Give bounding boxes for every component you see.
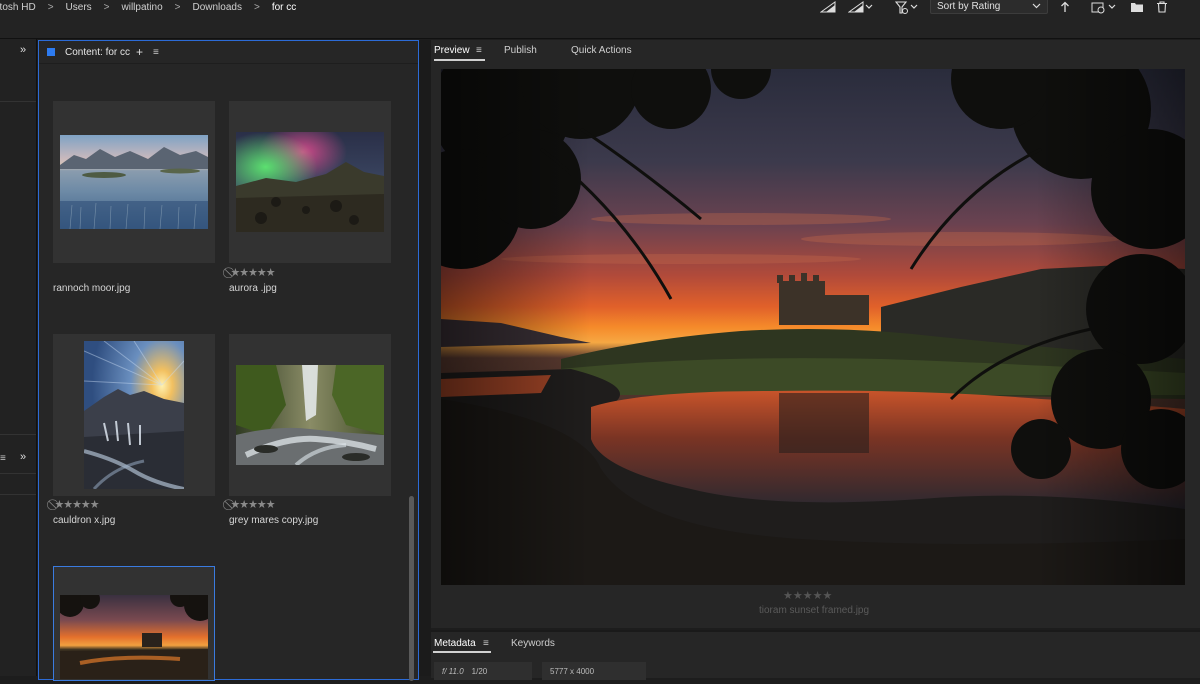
content-panel: Content: for cc + ≡ rannoch moor.jpg ⃠★★…: [38, 40, 419, 681]
divider: [0, 473, 36, 474]
sort-select[interactable]: Sort by Rating: [930, 0, 1048, 14]
breadcrumb-separator-icon: >: [103, 1, 110, 13]
preview-panel: Preview ≡ Publish Quick Actions ★★★★★ ti…: [431, 40, 1200, 628]
rating-stars[interactable]: ⃠★★★★★: [231, 267, 275, 280]
thumbnail-filename: rannoch moor.jpg: [53, 283, 131, 294]
sort-direction-icon[interactable]: [1060, 0, 1070, 14]
panel-color-icon: [47, 48, 55, 56]
active-tab-indicator: [433, 651, 491, 653]
panel-menu-icon[interactable]: ≡: [483, 638, 489, 649]
thumbnail-image: [236, 365, 384, 467]
thumbnail-image: [60, 135, 208, 230]
preview-tabs: Preview ≡ Publish Quick Actions: [431, 40, 1200, 62]
thumbnail-image: [236, 132, 384, 232]
thumbnail-tile-selected[interactable]: [53, 566, 216, 681]
filter-icon[interactable]: [895, 0, 921, 14]
dimensions-value: 5777 x 4000: [550, 666, 595, 676]
panel-divider[interactable]: [419, 40, 431, 676]
left-collapsed-panel: » ≡ »: [0, 39, 37, 676]
expand-panel-icon[interactable]: »: [20, 44, 26, 56]
shutter-value: 1/20: [471, 666, 488, 676]
thumbnail-filename: grey mares copy.jpg: [229, 515, 319, 526]
new-folder-icon[interactable]: [1130, 0, 1144, 14]
preview-rating-stars[interactable]: ★★★★★: [783, 589, 832, 602]
thumbnail-filename: cauldron x.jpg: [53, 515, 116, 526]
breadcrumb-item-current[interactable]: for cc: [272, 2, 296, 13]
delete-icon[interactable]: [1156, 0, 1168, 14]
dimensions-summary: 5777 x 4000: [542, 662, 646, 680]
recent-files-icon[interactable]: [1091, 0, 1119, 14]
expand-panel-icon[interactable]: »: [20, 451, 26, 463]
breadcrumb-item-drive[interactable]: ntosh HD: [0, 2, 36, 13]
breadcrumb-item-user[interactable]: willpatino: [122, 2, 163, 13]
metadata-panel: Metadata ≡ Keywords f/ 11.0 1/20 5777 x …: [431, 630, 1200, 680]
panel-menu-icon[interactable]: ≡: [476, 45, 482, 56]
thumbnail-tile[interactable]: [53, 334, 215, 496]
content-panel-header: Content: for cc + ≡: [39, 41, 418, 63]
breadcrumb-item-users[interactable]: Users: [66, 2, 92, 13]
sort-select-label: Sort by Rating: [937, 0, 1001, 12]
thumbnail-image: [83, 340, 185, 491]
rating-stars[interactable]: ⃠★★★★★: [55, 499, 99, 512]
preview-image: [441, 69, 1185, 585]
divider: [0, 434, 36, 435]
breadcrumb-separator-icon: >: [174, 1, 181, 13]
thumbnail-image: [56, 587, 216, 679]
divider: [0, 101, 36, 102]
tab-metadata[interactable]: Metadata: [434, 638, 476, 649]
aperture-value: f/ 11.0: [442, 666, 464, 676]
top-bar: ntosh HD > Users > willpatino > Download…: [0, 0, 1200, 39]
thumbnail-tile[interactable]: [229, 334, 391, 496]
tab-quick-actions[interactable]: Quick Actions: [571, 45, 632, 56]
panel-menu-icon[interactable]: ≡: [153, 47, 159, 58]
quality-options-icon[interactable]: [848, 0, 874, 14]
tab-keywords[interactable]: Keywords: [511, 638, 555, 649]
thumbnail-filename: aurora .jpg: [229, 283, 277, 294]
chevron-down-icon: [1032, 1, 1041, 12]
divider: [0, 494, 36, 495]
thumbnail-tile[interactable]: [229, 101, 391, 263]
tab-publish[interactable]: Publish: [504, 45, 537, 56]
add-tab-icon[interactable]: +: [136, 45, 143, 59]
panel-menu-icon[interactable]: ≡: [0, 453, 6, 464]
preview-filename: tioram sunset framed.jpg: [759, 605, 870, 616]
thumbnail-tile[interactable]: [53, 101, 215, 263]
quality-icon[interactable]: [820, 0, 836, 14]
exposure-summary: f/ 11.0 1/20: [434, 662, 532, 680]
breadcrumb-separator-icon: >: [253, 1, 260, 13]
breadcrumb: ntosh HD > Users > willpatino > Download…: [0, 0, 296, 14]
active-tab-indicator: [434, 59, 485, 61]
content-panel-title[interactable]: Content: for cc: [65, 47, 130, 58]
divider: [39, 63, 418, 64]
tab-preview[interactable]: Preview: [434, 45, 470, 56]
breadcrumb-item-downloads[interactable]: Downloads: [192, 2, 241, 13]
breadcrumb-separator-icon: >: [47, 1, 54, 13]
rating-stars[interactable]: ⃠★★★★★: [231, 499, 275, 512]
scrollbar-thumb[interactable]: [409, 496, 414, 681]
